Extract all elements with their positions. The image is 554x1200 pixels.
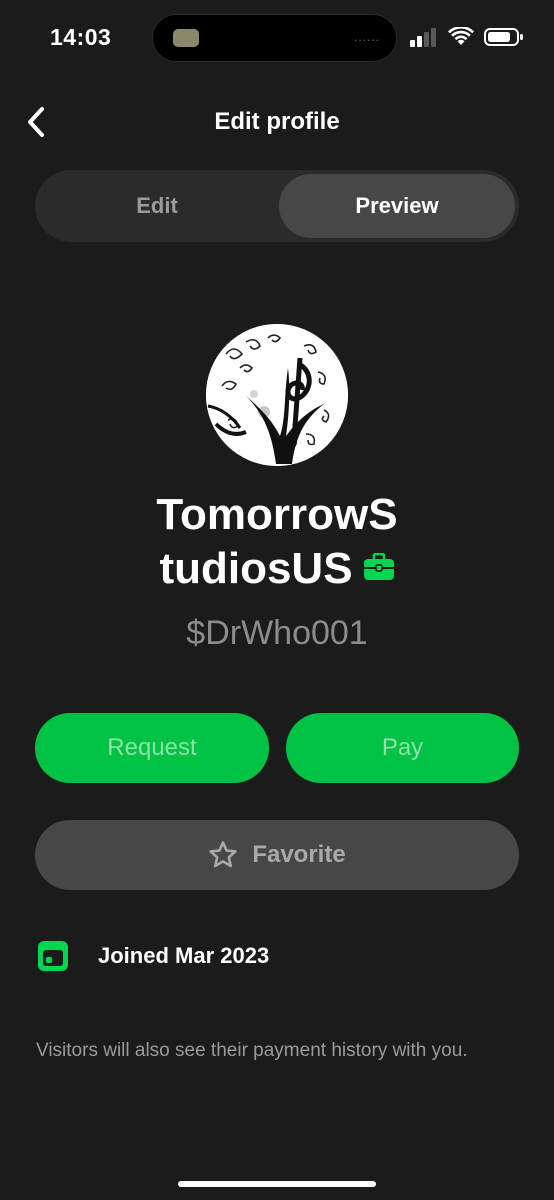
pay-button-label: Pay: [381, 734, 424, 761]
favorite-button-label: Favorite: [252, 841, 346, 868]
island-dots: ......: [353, 30, 380, 44]
segmented-control: Edit Preview: [35, 170, 519, 242]
cashtag: $DrWho001: [186, 614, 368, 652]
display-name-line-1: TomorrowS: [156, 490, 398, 539]
briefcase-icon: [363, 540, 395, 594]
treble-clef-tree-avatar-image: [206, 324, 348, 466]
dynamic-island: ......: [152, 14, 397, 62]
home-indicator[interactable]: [178, 1181, 376, 1187]
island-activity-icon: [173, 29, 199, 47]
calendar-icon: [38, 941, 68, 971]
visitor-note: Visitors will also see their payment his…: [36, 1040, 468, 1061]
display-name-line-2: tudiosUS: [159, 544, 353, 593]
star-outline-icon: [209, 841, 238, 868]
display-name: TomorrowS tudiosUS: [60, 488, 494, 598]
status-time: 14:03: [50, 24, 112, 50]
status-bar: 14:03 ......: [0, 0, 554, 80]
joined-row: Joined Mar 2023: [38, 940, 269, 972]
request-button[interactable]: Request: [35, 713, 269, 783]
cellular-signal-icon: [410, 28, 436, 47]
display-name-line-2-wrap: tudiosUS: [60, 542, 494, 598]
request-button-label: Request: [107, 734, 197, 761]
tab-edit[interactable]: Edit: [39, 174, 275, 238]
status-icons: [410, 26, 524, 48]
tab-preview[interactable]: Preview: [279, 174, 515, 238]
pay-button[interactable]: Pay: [286, 713, 519, 783]
avatar: [206, 324, 348, 466]
page-title: Edit profile: [214, 108, 340, 135]
header: Edit profile: [0, 96, 554, 152]
joined-date: Joined Mar 2023: [98, 943, 270, 968]
favorite-button[interactable]: Favorite: [35, 820, 519, 890]
wifi-icon: [448, 27, 474, 45]
battery-icon: [484, 28, 523, 46]
